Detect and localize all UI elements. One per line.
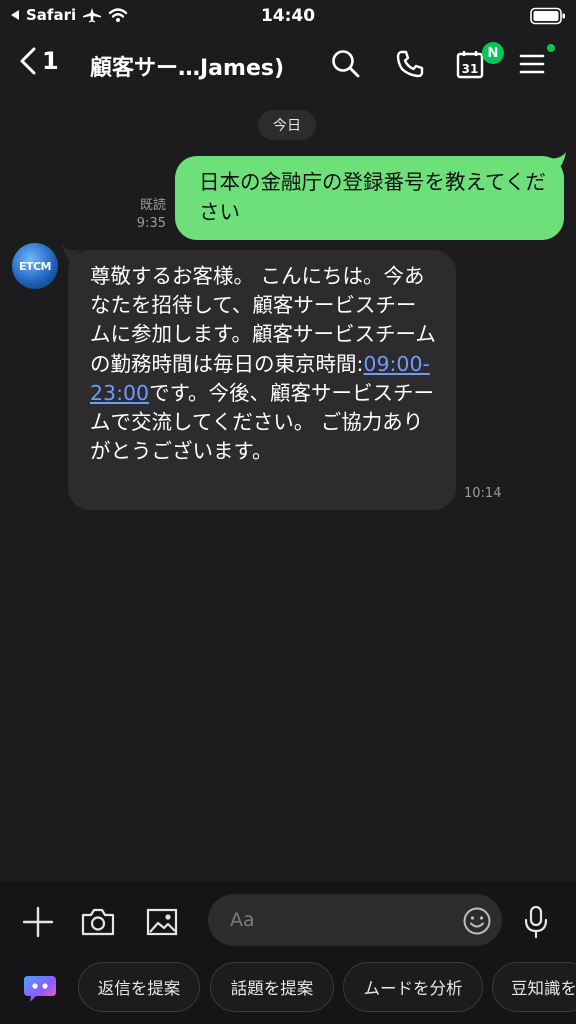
calendar-day: 31 — [462, 62, 479, 76]
outgoing-time: 9:35 — [136, 216, 166, 231]
call-button[interactable] — [392, 46, 428, 82]
camera-icon — [81, 908, 115, 936]
incoming-message[interactable]: 尊敬するお客様。 こんにちは。今あなたを招待して、顧客サービスチームに参加します… — [68, 250, 456, 510]
date-separator: 今日 — [258, 110, 316, 140]
trivia-chip[interactable]: 豆知識を — [492, 962, 576, 1012]
message-input-container[interactable] — [208, 894, 502, 946]
voice-button[interactable] — [516, 902, 556, 942]
menu-notification-dot — [547, 44, 555, 52]
avatar-label: ETCM — [18, 259, 52, 273]
read-receipt: 既読 — [139, 198, 166, 213]
outgoing-message[interactable]: 日本の金融庁の登録番号を教えてください — [175, 156, 564, 240]
calendar-new-badge: N — [482, 42, 504, 64]
chat-title[interactable]: 顧客サー…James) — [90, 50, 310, 82]
phone-icon — [396, 50, 424, 78]
back-button[interactable]: 1 — [18, 46, 59, 76]
image-icon — [146, 908, 178, 936]
chevron-left-icon — [20, 47, 36, 75]
hamburger-menu-icon — [519, 54, 545, 74]
status-time: 14:40 — [260, 6, 316, 26]
incoming-time: 10:14 — [464, 486, 502, 501]
plus-icon — [22, 906, 54, 938]
battery-icon — [530, 7, 566, 29]
image-button[interactable] — [142, 902, 182, 942]
suggestion-bar: 返信を提案 話題を提案 ムードを分析 豆知識を — [0, 962, 576, 1014]
analyze-mood-chip[interactable]: ムードを分析 — [343, 962, 483, 1012]
suggest-topic-chip[interactable]: 話題を提案 — [210, 962, 334, 1012]
unread-count: 1 — [42, 47, 59, 75]
suggest-reply-chip[interactable]: 返信を提案 — [78, 962, 200, 1012]
add-button[interactable] — [18, 902, 58, 942]
ai-assistant-icon[interactable] — [22, 972, 58, 1004]
emoji-icon[interactable] — [462, 906, 492, 936]
outgoing-meta: 既読 9:35 — [137, 197, 166, 233]
camera-button[interactable] — [78, 902, 118, 942]
chat-header: 1 顧客サー…James) 31 N — [0, 34, 576, 98]
menu-button[interactable] — [514, 46, 550, 82]
message-input[interactable] — [208, 894, 448, 946]
microphone-icon — [524, 905, 548, 939]
search-icon — [332, 50, 360, 78]
status-bar: Safari 14:40 — [0, 0, 576, 34]
search-button[interactable] — [328, 46, 364, 82]
sender-avatar[interactable]: ETCM — [12, 243, 58, 289]
